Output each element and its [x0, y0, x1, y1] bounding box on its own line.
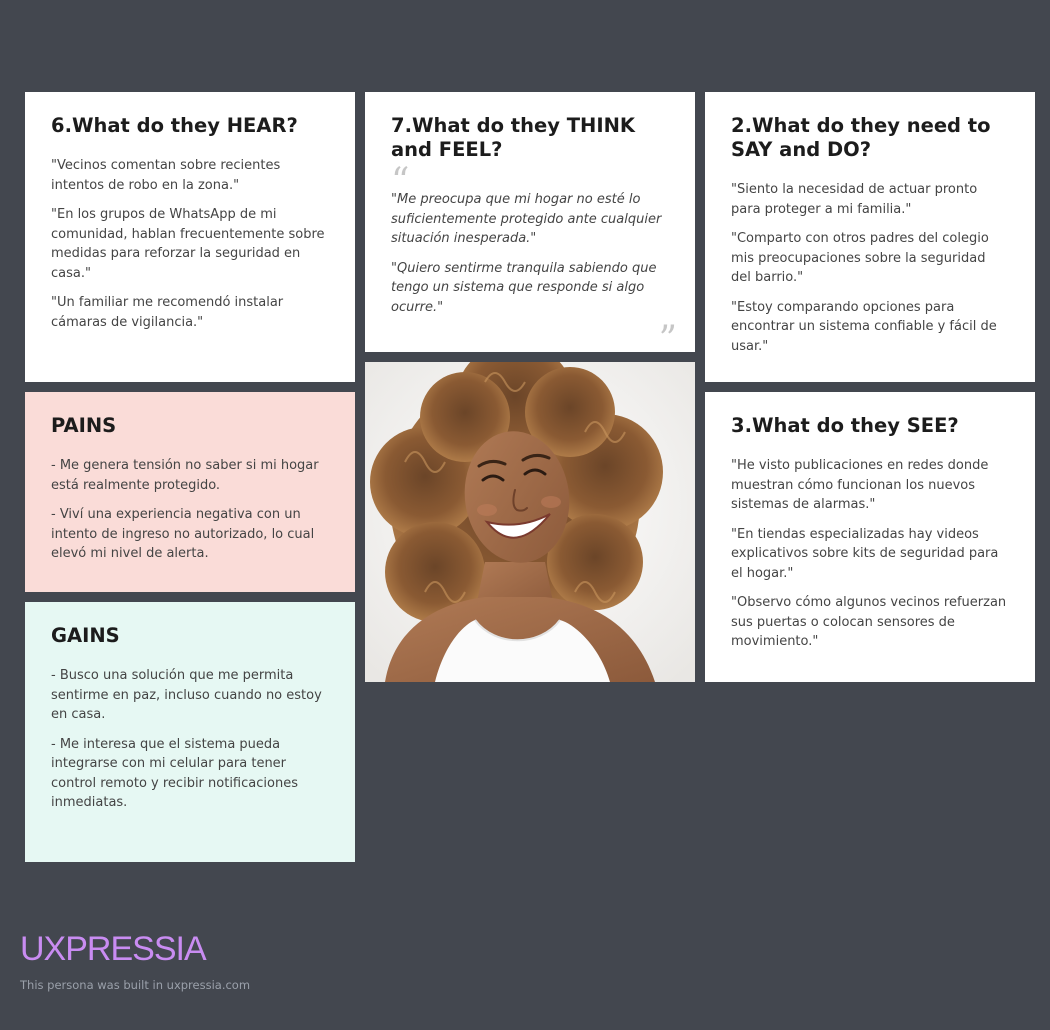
pains-item: - Viví una experiencia negativa con un i… [51, 507, 315, 561]
see-item: "He visto publicaciones en redes donde m… [731, 458, 989, 512]
say-do-item: "Comparto con otros padres del colegio m… [731, 231, 989, 285]
see-item: "En tiendas especializadas hay videos ex… [731, 526, 999, 581]
gains-item: - Busco una solución que me permita sent… [51, 668, 322, 722]
say-do-item: "Estoy comparando opciones para encontra… [731, 299, 997, 354]
think-feel-item: "Me preocupa que mi hogar no esté lo suf… [391, 192, 662, 246]
hear-item: "Un familiar me recomendó instalar cámar… [51, 295, 284, 330]
see-item: "Observo cómo algunos vecinos refuerzan … [731, 595, 1007, 649]
think-feel-card: 7.What do they THINK and FEEL? “ "Me pre… [365, 92, 695, 360]
hear-item: "Vecinos comentan sobre recientes intent… [51, 158, 281, 193]
hear-title: 6.What do they HEAR? [51, 114, 298, 137]
gains-title: GAINS [51, 624, 120, 647]
hear-item: "En los grupos de WhatsApp de mi comunid… [51, 207, 325, 281]
say-do-title: 2.What do they need to SAY and DO? [731, 114, 991, 161]
say-do-item: "Siento la necesidad de actuar pronto pa… [731, 182, 978, 217]
pains-title: PAINS [51, 414, 117, 437]
gains-item: - Me interesa que el sistema pueda integ… [51, 736, 298, 811]
pains-item: - Me genera tensión no saber si mi hogar… [51, 458, 319, 493]
close-quote-icon: ” [658, 319, 677, 360]
see-card: 3.What do they SEE? "He visto publicacio… [705, 392, 1035, 682]
think-feel-title: 7.What do they THINK and FEEL? [391, 114, 636, 161]
persona-photo-illustration [365, 362, 695, 682]
think-feel-item: "Quiero sentirme tranquila sabiendo que … [391, 260, 657, 315]
gains-card: GAINS - Busco una solución que me permit… [25, 602, 355, 862]
pains-card: PAINS - Me genera tensión no saber si mi… [25, 392, 355, 592]
see-title: 3.What do they SEE? [731, 414, 959, 437]
open-quote-icon: “ [391, 161, 410, 202]
built-with-note[interactable]: This persona was built in uxpressia.com [20, 977, 250, 993]
uxpressia-logo[interactable]: UXPRESSIA [20, 930, 207, 968]
say-do-card: 2.What do they need to SAY and DO? "Sien… [705, 92, 1035, 382]
persona-photo [365, 362, 695, 682]
hear-card: 6.What do they HEAR? "Vecinos comentan s… [25, 92, 355, 382]
